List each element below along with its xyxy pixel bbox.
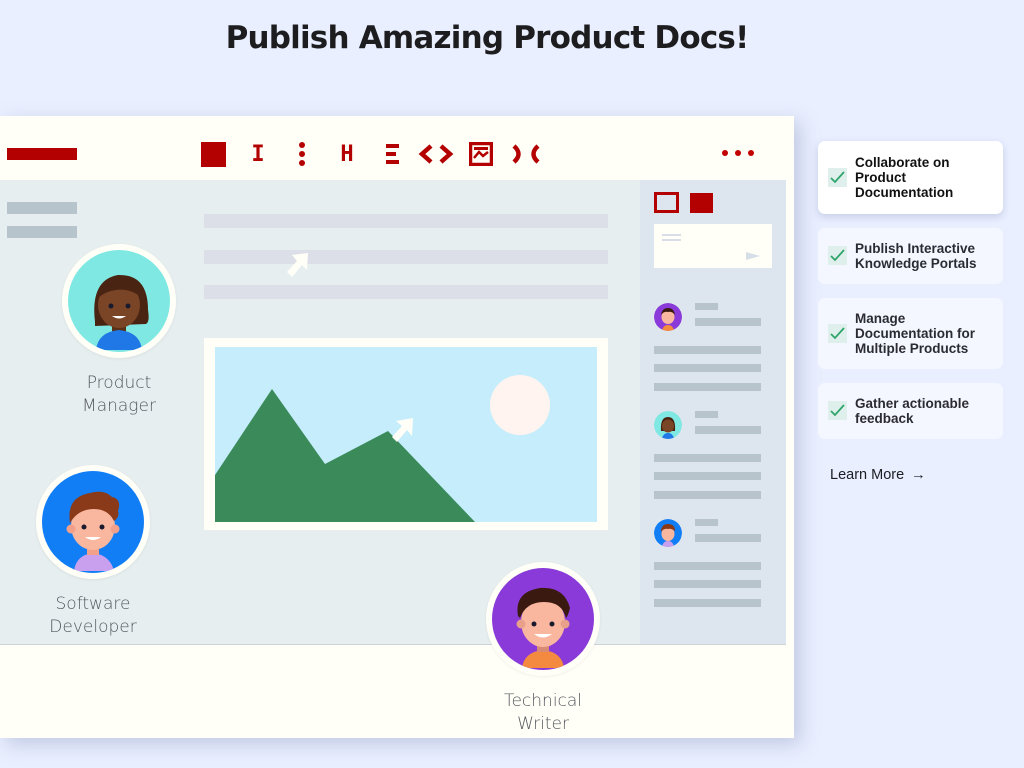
text-cursor-icon[interactable]: I <box>249 140 267 168</box>
role-product-manager: Product Manager <box>62 244 176 418</box>
list-icon[interactable] <box>385 140 399 168</box>
feature-label: Collaborate on Product Documentation <box>855 155 954 200</box>
check-icon <box>828 246 847 265</box>
nav-placeholder-bar <box>7 202 77 214</box>
technical-writer-avatar-icon <box>492 568 594 670</box>
feature-label: Gather actionable feedback <box>855 396 970 426</box>
text-placeholder-line <box>204 285 608 299</box>
role-label: Technical Writer <box>503 691 583 734</box>
editor-mockup-illustration: I H Product Manager Software Developer T… <box>0 116 794 738</box>
image-icon[interactable] <box>469 140 493 168</box>
comment-avatar <box>654 303 682 331</box>
feature-item-feedback[interactable]: Gather actionable feedback <box>818 383 1003 439</box>
check-icon <box>828 323 847 343</box>
product-manager-avatar-icon <box>68 250 170 352</box>
feature-item-collaborate[interactable]: Collaborate on Product Documentation <box>818 141 1003 214</box>
cursor-arrow-icon <box>287 253 308 277</box>
arrow-right-icon: → <box>911 467 926 483</box>
image-block <box>204 338 608 530</box>
filled-button-icon[interactable] <box>690 193 713 213</box>
feature-item-publish-portals[interactable]: Publish Interactive Knowledge Portals <box>818 228 1003 284</box>
check-icon <box>828 401 847 420</box>
comment-avatar <box>654 411 682 439</box>
editor-toolbar: I H <box>0 116 794 180</box>
vertical-dots-icon[interactable] <box>296 140 308 168</box>
avatar <box>36 465 150 579</box>
text-placeholder-line <box>204 214 608 228</box>
software-developer-avatar-icon <box>42 471 144 573</box>
page-title: Publish Amazing Product Docs! <box>225 20 750 56</box>
more-horizontal-icon[interactable] <box>722 150 754 156</box>
text-placeholder-line <box>204 250 608 264</box>
feature-label: Publish Interactive Knowledge Portals <box>855 241 977 271</box>
learn-more-link[interactable]: Learn More → <box>830 467 926 483</box>
check-icon <box>828 167 847 187</box>
role-technical-writer: Technical Writer <box>486 562 600 736</box>
feature-label: Manage Documentation for Multiple Produc… <box>855 311 975 356</box>
avatar <box>486 562 600 676</box>
embed-icon[interactable] <box>511 140 541 168</box>
divider <box>0 644 786 645</box>
role-software-developer: Software Developer <box>36 465 150 639</box>
learn-more-label: Learn More <box>830 467 905 483</box>
send-icon <box>746 252 760 260</box>
logo-bar <box>7 148 77 160</box>
comment-avatar <box>654 519 682 547</box>
sun-icon <box>490 375 550 435</box>
comments-panel <box>640 180 786 644</box>
feature-list: Collaborate on Product Documentation Pub… <box>818 141 1003 453</box>
code-icon[interactable] <box>418 140 454 168</box>
avatar <box>62 244 176 358</box>
role-label: Software Developer <box>49 594 137 637</box>
feature-item-multiple-products[interactable]: Manage Documentation for Multiple Produc… <box>818 298 1003 369</box>
nav-placeholder-bar <box>7 226 77 238</box>
comment-input-placeholder <box>654 224 772 268</box>
outline-button-icon[interactable] <box>654 192 679 213</box>
role-label: Product Manager <box>82 373 156 416</box>
block-icon[interactable] <box>201 140 226 168</box>
heading-icon[interactable]: H <box>337 140 357 168</box>
